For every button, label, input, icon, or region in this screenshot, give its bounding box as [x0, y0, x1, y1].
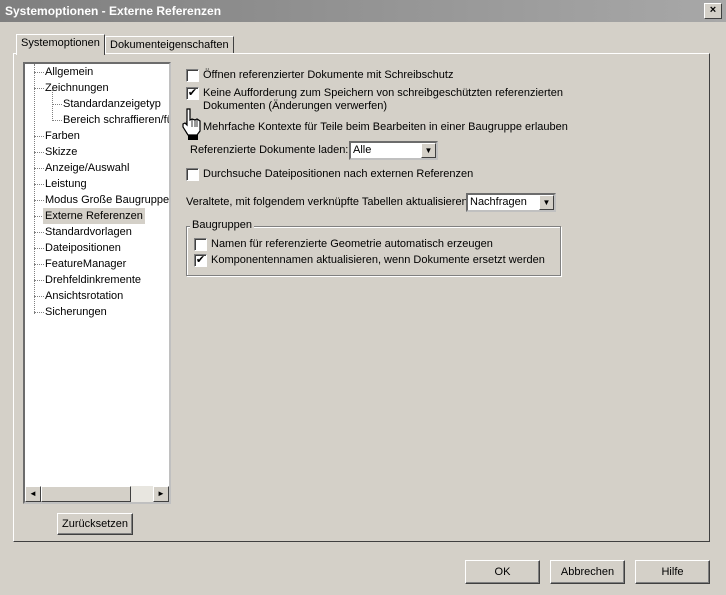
update-tables-dropdown[interactable]: Nachfragen ▼	[466, 193, 556, 212]
window-title: Systemoptionen - Externe Referenzen	[5, 4, 222, 18]
cancel-button[interactable]: Abbrechen	[550, 560, 625, 584]
options-tree: Allgemein Zeichnungen Standardanzeigetyp…	[23, 62, 171, 504]
hand-cursor-icon	[182, 108, 201, 140]
open-readonly-label: Öffnen referenzierter Dokumente mit Schr…	[203, 69, 454, 81]
title-bar: Systemoptionen - Externe Referenzen ×	[0, 0, 726, 22]
tree-item-standardanzeigetyp[interactable]: Standardanzeigetyp	[61, 96, 163, 112]
multi-context-label: Mehrfache Kontexte für Teile beim Bearbe…	[203, 121, 568, 133]
tree-item-drehfeldinkremente[interactable]: Drehfeldinkremente	[43, 272, 143, 288]
tree-horizontal-scrollbar[interactable]: ◄ ►	[25, 486, 169, 502]
load-refs-dropdown[interactable]: Alle ▼	[349, 141, 438, 160]
tree-item-standardvorlagen[interactable]: Standardvorlagen	[43, 224, 134, 240]
load-refs-value: Alle	[353, 144, 372, 156]
update-names-checkbox[interactable]: ✔	[194, 254, 207, 267]
tree-item-sicherungen[interactable]: Sicherungen	[43, 304, 109, 320]
tree-item-allgemein[interactable]: Allgemein	[43, 64, 95, 80]
no-save-prompt-checkbox[interactable]: ✔	[186, 87, 199, 100]
tree-item-featuremanager[interactable]: FeatureManager	[43, 256, 128, 272]
no-save-prompt-label-line2: Dokumenten (Änderungen verwerfen)	[203, 100, 388, 112]
update-tables-value: Nachfragen	[470, 196, 527, 208]
scroll-right-icon[interactable]: ►	[153, 486, 169, 502]
scroll-thumb[interactable]	[41, 486, 131, 502]
tree-item-ansichtsrotation[interactable]: Ansichtsrotation	[43, 288, 125, 304]
search-files-checkbox[interactable]	[186, 168, 199, 181]
tree-item-farben[interactable]: Farben	[43, 128, 82, 144]
tree-item-modus-grosse-baugruppe[interactable]: Modus Große Baugruppe	[43, 192, 169, 208]
tab-dokumenteigenschaften[interactable]: Dokumenteigenschaften	[105, 36, 234, 54]
scroll-left-icon[interactable]: ◄	[25, 486, 41, 502]
assemblies-group	[186, 226, 561, 276]
auto-names-label: Namen für referenzierte Geometrie automa…	[211, 238, 493, 250]
close-button[interactable]: ×	[704, 3, 722, 19]
search-files-label: Durchsuche Dateipositionen nach externen…	[203, 168, 474, 180]
tree-item-skizze[interactable]: Skizze	[43, 144, 79, 160]
ok-button[interactable]: OK	[465, 560, 540, 584]
tree-item-dateipositionen[interactable]: Dateipositionen	[43, 240, 123, 256]
assemblies-group-title: Baugruppen	[190, 219, 254, 231]
chevron-down-icon[interactable]: ▼	[539, 195, 554, 210]
help-button[interactable]: Hilfe	[635, 560, 710, 584]
update-tables-label: Veraltete, mit folgendem verknüpfte Tabe…	[186, 196, 471, 208]
chevron-down-icon[interactable]: ▼	[421, 143, 436, 158]
update-names-label: Komponentennamen aktualisieren, wenn Dok…	[211, 254, 545, 266]
tree-item-zeichnungen[interactable]: Zeichnungen	[43, 80, 111, 96]
tree-item-bereich-schraffieren[interactable]: Bereich schraffieren/fü	[61, 112, 169, 128]
no-save-prompt-label-line1: Keine Aufforderung zum Speichern von sch…	[203, 87, 563, 99]
tree-items: Allgemein Zeichnungen Standardanzeigetyp…	[25, 64, 169, 488]
open-readonly-checkbox[interactable]	[186, 69, 199, 82]
tree-item-leistung[interactable]: Leistung	[43, 176, 89, 192]
tree-connector	[34, 64, 35, 314]
auto-names-checkbox[interactable]	[194, 238, 207, 251]
tree-item-anzeige-auswahl[interactable]: Anzeige/Auswahl	[43, 160, 131, 176]
reset-button[interactable]: Zurücksetzen	[57, 513, 133, 535]
tab-systemoptionen[interactable]: Systemoptionen	[16, 34, 105, 55]
load-refs-label: Referenzierte Dokumente laden:	[190, 144, 349, 156]
tree-item-externe-referenzen[interactable]: Externe Referenzen	[43, 208, 145, 224]
